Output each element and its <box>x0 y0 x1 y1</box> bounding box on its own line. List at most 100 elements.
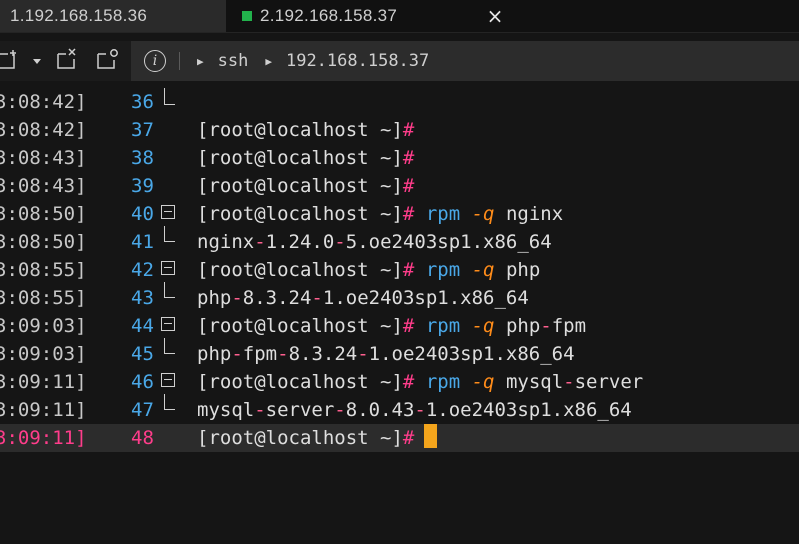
line-number: 48 <box>131 427 154 449</box>
separator: - <box>414 399 426 421</box>
collapse-toggle-icon[interactable] <box>161 205 175 219</box>
close-tab-icon[interactable]: × <box>485 0 505 32</box>
command-argument: php-fpm <box>505 315 587 337</box>
command-output: php-8.3.24-1.oe2403sp1.x86_64 <box>197 287 529 309</box>
separator: - <box>277 343 289 365</box>
command-name: rpm <box>425 315 461 337</box>
line-timestamp: 3:08:55] <box>0 259 87 281</box>
shell-prompt: [root@localhost ~] <box>197 259 403 281</box>
toolbar: i ▶ ssh ▶ 192.168.158.37 <box>0 41 799 81</box>
fold-end-icon <box>164 226 175 242</box>
close-session-icon[interactable] <box>57 48 76 69</box>
command-flag: -q <box>471 259 495 281</box>
command-argument: nginx <box>505 203 564 225</box>
line-number: 42 <box>131 259 154 281</box>
collapse-toggle-icon[interactable] <box>161 373 175 387</box>
separator: - <box>231 343 243 365</box>
shell-prompt: [root@localhost ~] <box>197 175 403 197</box>
line-text: [root@localhost ~]# rpm -q mysql-server <box>197 368 643 396</box>
line-number: 47 <box>131 399 154 421</box>
terminal-line: 3:08:50] 40 [root@localhost ~]# rpm -q ngi… <box>0 200 799 228</box>
shell-prompt: [root@localhost ~] <box>197 147 403 169</box>
line-number: 37 <box>131 119 154 141</box>
command-name: rpm <box>425 371 461 393</box>
info-icon[interactable]: i <box>144 50 166 72</box>
line-text: [root@localhost ~]# <box>197 144 414 172</box>
separator: - <box>311 287 323 309</box>
tab-label: 2.192.168.158.37 <box>260 6 398 25</box>
line-text: nginx-1.24.0-5.oe2403sp1.x86_64 <box>197 228 552 256</box>
command-name: rpm <box>425 259 461 281</box>
prompt-symbol: # <box>402 119 415 141</box>
fold-end-icon <box>164 394 175 410</box>
line-timestamp: 3:08:42] <box>0 91 87 113</box>
command-argument: php <box>505 259 541 281</box>
separator: - <box>563 371 575 393</box>
tab-session-2[interactable]: 2.192.168.158.37 <box>226 0 516 32</box>
separator: - <box>254 231 266 253</box>
shell-prompt: [root@localhost ~] <box>197 315 403 337</box>
terminal-line: 3:08:55] 43 php-8.3.24-1.oe2403sp1.x86_64 <box>0 282 799 312</box>
tab-label: 1.192.168.158.36 <box>10 6 148 25</box>
shell-prompt: [root@localhost ~] <box>197 427 403 449</box>
separator: - <box>254 399 266 421</box>
connection-path-bar: i ▶ ssh ▶ 192.168.158.37 <box>131 41 799 81</box>
tab-session-1[interactable]: 1.192.168.158.36 <box>0 0 226 32</box>
line-number: 39 <box>131 175 154 197</box>
terminal-line: 3:08:42] 37 [root@localhost ~]# <box>0 116 799 144</box>
collapse-toggle-icon[interactable] <box>161 317 175 331</box>
shell-prompt: [root@localhost ~] <box>197 371 403 393</box>
command-flag: -q <box>471 203 495 225</box>
text-cursor <box>424 424 438 448</box>
line-timestamp: 3:09:03] <box>0 315 87 337</box>
prompt-symbol: # <box>402 203 415 225</box>
command-output: php-fpm-8.3.24-1.oe2403sp1.x86_64 <box>197 343 575 365</box>
breadcrumb-host[interactable]: 192.168.158.37 <box>286 51 429 71</box>
fold-end-icon <box>164 88 175 105</box>
fold-end-icon <box>164 282 175 298</box>
terminal-line: 3:09:11] 46 [root@localhost ~]# rpm -q mys… <box>0 368 799 396</box>
tab-bar: 1.192.168.158.36 2.192.168.158.37 × <box>0 0 799 33</box>
command-name: rpm <box>425 203 461 225</box>
line-timestamp: 3:09:11] <box>0 371 87 393</box>
prompt-symbol: # <box>402 147 415 169</box>
line-timestamp: 3:08:42] <box>0 119 87 141</box>
prompt-symbol: # <box>402 259 415 281</box>
terminal-line: 3:09:11] 48 [root@localhost ~]# <box>0 424 799 452</box>
prompt-symbol: # <box>402 315 415 337</box>
command-output: nginx-1.24.0-5.oe2403sp1.x86_64 <box>197 231 552 253</box>
line-number: 44 <box>131 315 154 337</box>
line-number: 41 <box>131 231 154 253</box>
collapse-toggle-icon[interactable] <box>161 261 175 275</box>
command-output: mysql-server-8.0.43-1.oe2403sp1.x86_64 <box>197 399 632 421</box>
session-actions <box>0 41 131 81</box>
terminal-line: 3:08:43] 38 [root@localhost ~]# <box>0 144 799 172</box>
line-timestamp: 3:08:55] <box>0 287 87 309</box>
separator: - <box>334 399 346 421</box>
command-flag: -q <box>471 371 495 393</box>
breadcrumb-ssh[interactable]: ssh <box>218 51 249 71</box>
new-session-icon[interactable] <box>0 50 16 69</box>
terminal-line: 3:08:50] 41 nginx-1.24.0-5.oe2403sp1.x86_6… <box>0 226 799 256</box>
line-text: php-8.3.24-1.oe2403sp1.x86_64 <box>197 284 529 312</box>
separator: - <box>334 231 346 253</box>
terminal-output[interactable]: 3:08:42] 36 3:08:42] 37 [root@localhost ~]# 3… <box>0 88 799 452</box>
prompt-symbol: # <box>402 175 415 197</box>
line-number: 36 <box>131 91 154 113</box>
prompt-symbol: # <box>402 427 415 449</box>
fold-end-icon <box>164 338 175 354</box>
terminal-line: 3:08:42] 36 <box>0 88 799 116</box>
line-number: 43 <box>131 287 154 309</box>
shell-prompt: [root@localhost ~] <box>197 203 403 225</box>
command-argument: mysql-server <box>505 371 644 393</box>
line-timestamp: 3:08:50] <box>0 203 87 225</box>
line-text: [root@localhost ~]# rpm -q php-fpm <box>197 312 586 340</box>
line-text: [root@localhost ~]# <box>197 116 414 144</box>
separator: - <box>540 315 552 337</box>
toolbar-icons <box>0 48 118 69</box>
dropdown-chevron-icon[interactable] <box>33 59 41 64</box>
duplicate-session-icon[interactable] <box>97 49 118 69</box>
prompt-symbol: # <box>402 371 415 393</box>
line-number: 46 <box>131 371 154 393</box>
line-timestamp: 3:09:03] <box>0 343 87 365</box>
